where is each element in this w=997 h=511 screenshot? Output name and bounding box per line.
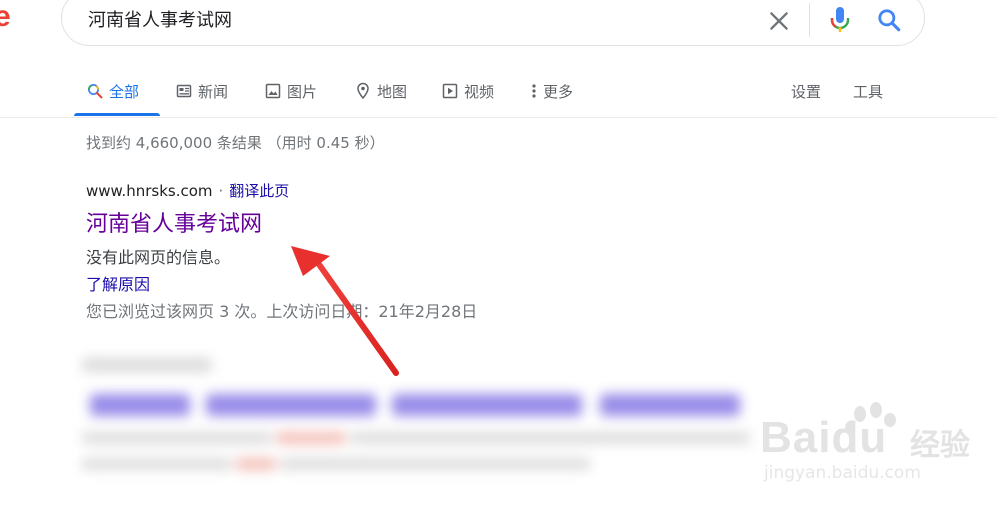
- active-tab-indicator: [74, 113, 160, 116]
- result-snippet: 没有此网页的信息。: [86, 248, 231, 267]
- image-icon: [265, 83, 281, 99]
- search-icon[interactable]: [876, 7, 902, 33]
- tab-images-label: 图片: [287, 82, 318, 101]
- tab-videos[interactable]: 视频: [442, 66, 494, 116]
- close-icon[interactable]: [766, 8, 792, 34]
- result-stats: 找到约 4,660,000 条结果 （用时 0.45 秒）: [86, 134, 385, 152]
- visit-history-info: 您已浏览过该网页 3 次。上次访问日期：21年2月28日: [86, 302, 478, 321]
- tools-button[interactable]: 工具: [853, 66, 883, 116]
- map-pin-icon: [357, 82, 369, 100]
- tab-more[interactable]: 更多: [531, 66, 573, 116]
- settings-button[interactable]: 设置: [791, 66, 821, 116]
- settings-label: 设置: [791, 82, 822, 101]
- paw-icon: [845, 402, 896, 435]
- search-box: [61, 0, 925, 46]
- baidu-jingyan-watermark: Baidu 经验 jingyan.baidu.com: [760, 400, 990, 495]
- cite-separator: ·: [218, 182, 224, 200]
- microphone-icon[interactable]: [828, 5, 852, 35]
- tab-maps[interactable]: 地图: [355, 66, 407, 116]
- tab-maps-label: 地图: [377, 82, 408, 101]
- learn-why-link[interactable]: 了解原因: [86, 274, 150, 296]
- tab-news-label: 新闻: [198, 82, 229, 101]
- tab-news[interactable]: 新闻: [176, 66, 228, 116]
- result-title-link[interactable]: 河南省人事考试网: [86, 208, 262, 242]
- result-cite: www.hnrsks.com · 翻译此页: [86, 180, 289, 202]
- tab-all[interactable]: 全部: [87, 66, 139, 116]
- google-logo-fragment[interactable]: e: [0, 2, 11, 32]
- search-box-divider: [809, 3, 810, 37]
- newspaper-icon: [176, 84, 192, 98]
- more-vertical-icon: [532, 84, 536, 98]
- blurred-search-result: [70, 350, 790, 511]
- video-icon: [442, 83, 458, 99]
- search-tabs: 全部 新闻 图片 地图 视频 更多 设置 工具: [0, 66, 997, 116]
- tab-all-label: 全部: [109, 82, 140, 101]
- tab-images[interactable]: 图片: [265, 66, 317, 116]
- search-input[interactable]: [88, 7, 738, 35]
- search-icon: [88, 84, 103, 99]
- translate-page-link[interactable]: 翻译此页: [229, 182, 289, 200]
- tabs-divider: [0, 117, 997, 118]
- watermark-cn: 经验: [910, 428, 970, 463]
- watermark-url: jingyan.baidu.com: [764, 463, 921, 483]
- tab-videos-label: 视频: [464, 82, 495, 101]
- result-url[interactable]: www.hnrsks.com: [86, 182, 213, 200]
- tools-label: 工具: [853, 82, 884, 101]
- tab-more-label: 更多: [543, 82, 574, 101]
